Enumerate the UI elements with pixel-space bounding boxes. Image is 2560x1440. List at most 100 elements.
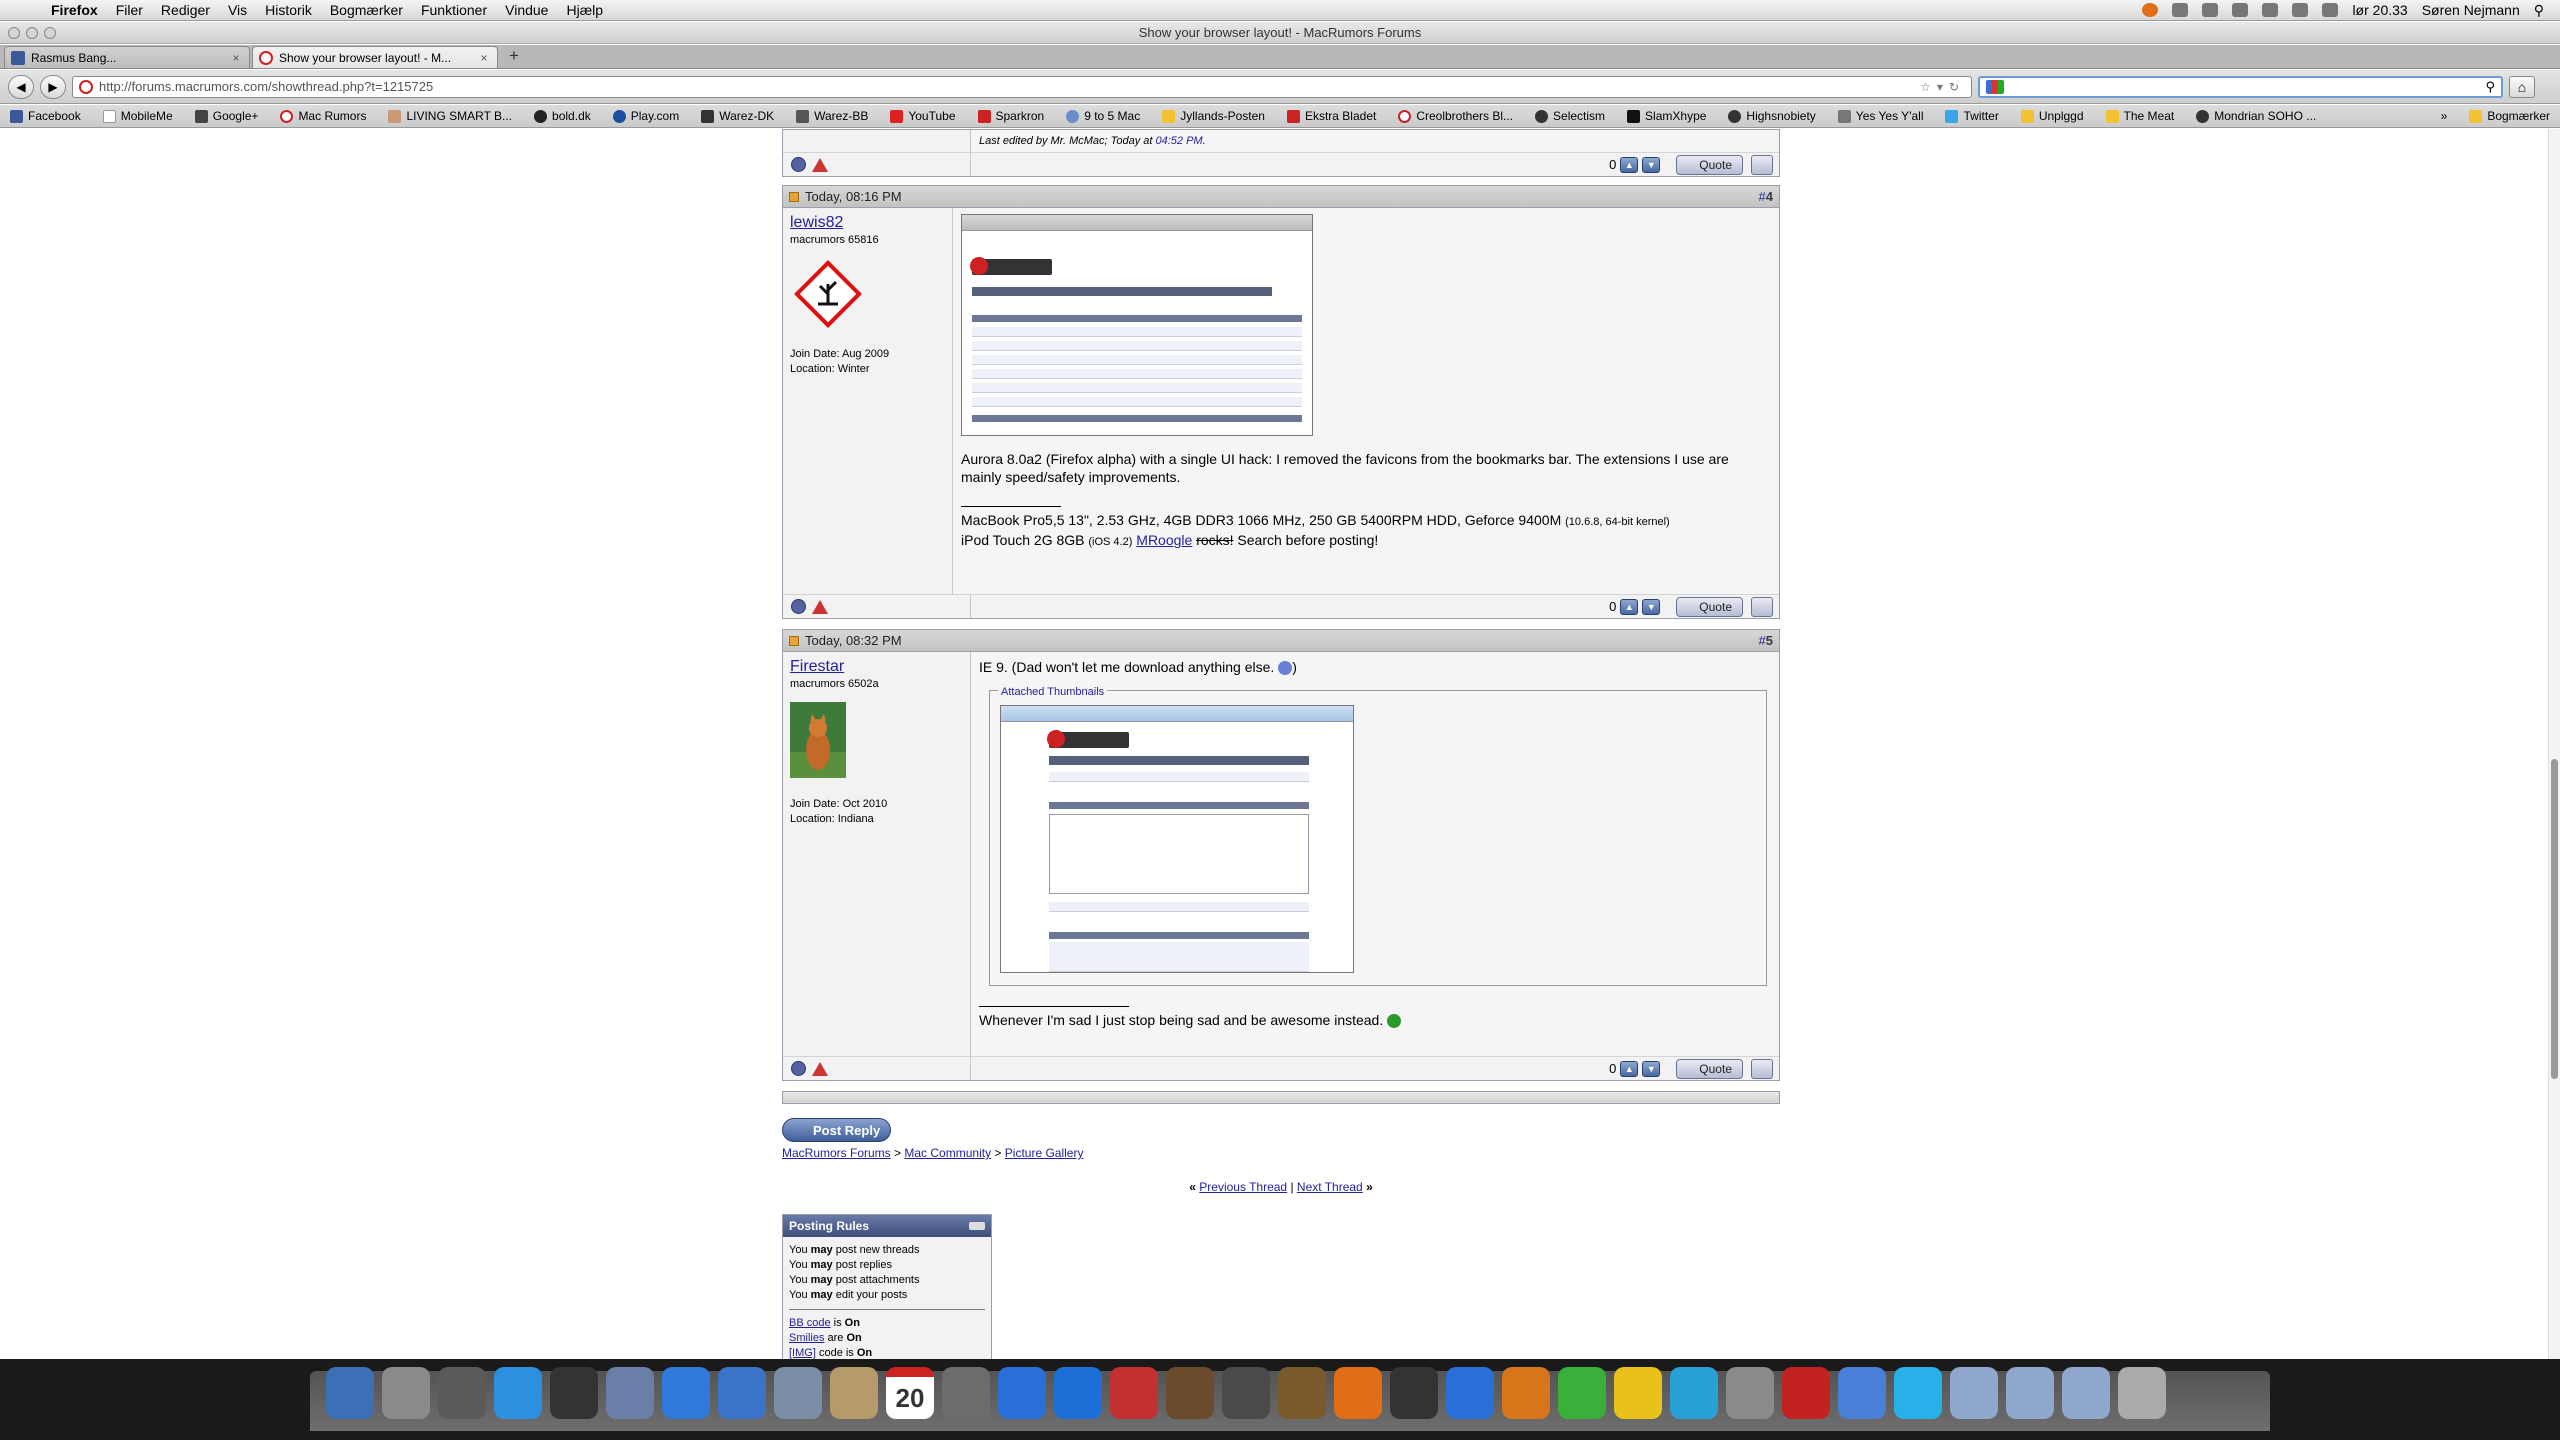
notification-icon[interactable]: [2142, 3, 2159, 17]
dock-app-icon[interactable]: [774, 1367, 822, 1419]
vote-up-button[interactable]: ▲: [1620, 156, 1639, 173]
bookmark-item[interactable]: MobileMe: [102, 109, 173, 123]
menu-firefox[interactable]: Firefox: [42, 2, 107, 18]
dock-app-icon[interactable]: [1054, 1367, 1102, 1419]
reload-icon[interactable]: ↻: [1949, 80, 1965, 94]
post-number[interactable]: #5: [1759, 633, 1773, 648]
dock-app-icon[interactable]: [942, 1367, 990, 1419]
mroogle-link[interactable]: MRoogle: [1136, 532, 1192, 548]
time-machine-icon[interactable]: [2172, 3, 2189, 17]
search-magnifier-icon[interactable]: ⚲: [2485, 79, 2495, 95]
menu-historik[interactable]: Historik: [256, 2, 321, 18]
dock-app-icon[interactable]: [438, 1367, 486, 1419]
close-window-button[interactable]: [8, 27, 20, 39]
calendar-dock-icon[interactable]: 20: [886, 1367, 934, 1419]
page-scrollbar[interactable]: [2548, 129, 2560, 1359]
bookmark-item[interactable]: Play.com: [612, 109, 679, 123]
bluetooth-icon[interactable]: [2232, 3, 2249, 17]
dock-app-icon[interactable]: [718, 1367, 766, 1419]
volume-icon[interactable]: [2292, 3, 2309, 17]
close-tab-icon[interactable]: ×: [477, 51, 491, 65]
previous-thread-link[interactable]: Previous Thread: [1199, 1180, 1287, 1194]
bookmark-item[interactable]: The Meat: [2105, 109, 2174, 123]
dock-app-icon[interactable]: [2006, 1367, 2054, 1419]
spotlight-icon[interactable]: ⚲: [2534, 2, 2544, 19]
search-bar[interactable]: ⚲: [1978, 75, 2503, 98]
bookmark-item[interactable]: SlamXhype: [1627, 109, 1706, 123]
cat-avatar-icon[interactable]: [790, 702, 846, 778]
quote-button[interactable]: Quote: [1676, 154, 1743, 175]
dock-app-icon[interactable]: [382, 1367, 430, 1419]
dock-app-icon[interactable]: [1222, 1367, 1270, 1419]
bookmark-item[interactable]: Highsnobiety: [1728, 109, 1816, 123]
dock-app-icon[interactable]: [1894, 1367, 1942, 1419]
vote-down-button[interactable]: ▼: [1642, 598, 1661, 615]
dock-app-icon[interactable]: [1782, 1367, 1830, 1419]
forward-button[interactable]: ▶: [40, 74, 66, 99]
wifi-icon[interactable]: [2262, 3, 2279, 17]
dock-app-icon[interactable]: [550, 1367, 598, 1419]
user-online-icon[interactable]: [791, 599, 806, 614]
collapse-icon[interactable]: [969, 1222, 985, 1230]
dock-app-icon[interactable]: [1278, 1367, 1326, 1419]
img-code-link[interactable]: [IMG]: [789, 1347, 816, 1359]
dock-app-icon[interactable]: [1166, 1367, 1214, 1419]
site-identity-icon[interactable]: [79, 79, 93, 94]
bb-code-link[interactable]: BB code: [789, 1317, 831, 1329]
dock-app-icon[interactable]: [830, 1367, 878, 1419]
breadcrumb-picture-gallery[interactable]: Picture Gallery: [1005, 1146, 1084, 1160]
dock-app-icon[interactable]: [1502, 1367, 1550, 1419]
dock-app-icon[interactable]: [1838, 1367, 1886, 1419]
breadcrumb-mac-community[interactable]: Mac Community: [904, 1146, 991, 1160]
user-online-icon[interactable]: [791, 157, 806, 172]
menu-funktioner[interactable]: Funktioner: [412, 2, 496, 18]
quote-button[interactable]: Quote: [1676, 1058, 1743, 1079]
report-post-icon[interactable]: [812, 599, 828, 614]
menu-filer[interactable]: Filer: [107, 2, 152, 18]
bookmark-item[interactable]: Creolbrothers Bl...: [1398, 109, 1513, 123]
dock-app-icon[interactable]: [2118, 1367, 2166, 1419]
dock-app-icon[interactable]: [1670, 1367, 1718, 1419]
bookmark-item[interactable]: YouTube: [890, 109, 956, 123]
menu-rediger[interactable]: Rediger: [152, 2, 219, 18]
vote-down-button[interactable]: ▼: [1642, 1060, 1661, 1077]
page-content[interactable]: Last edited by Mr. McMac; Today at 04:52…: [0, 129, 2548, 1359]
dock-app-icon[interactable]: [998, 1367, 1046, 1419]
bookmark-item[interactable]: Google+: [194, 109, 258, 123]
bookmark-item[interactable]: Mac Rumors: [280, 109, 366, 123]
vote-down-button[interactable]: ▼: [1642, 156, 1661, 173]
dock-app-icon[interactable]: [1726, 1367, 1774, 1419]
browser-screenshot-image[interactable]: [961, 214, 1313, 436]
dock-app-icon[interactable]: [606, 1367, 654, 1419]
username-link[interactable]: Firestar: [790, 658, 963, 676]
search-input[interactable]: [2010, 79, 2480, 94]
bookmark-item[interactable]: Ekstra Bladet: [1286, 109, 1376, 123]
dock-app-icon[interactable]: [326, 1367, 374, 1419]
close-tab-icon[interactable]: ×: [229, 51, 243, 65]
multiquote-button[interactable]: [1751, 154, 1773, 175]
home-button[interactable]: ⌂: [2509, 75, 2535, 98]
ie9-screenshot-thumbnail[interactable]: [1000, 705, 1354, 973]
sync-icon[interactable]: [2202, 3, 2219, 17]
next-thread-link[interactable]: Next Thread: [1297, 1180, 1363, 1194]
multiquote-button[interactable]: [1751, 1058, 1773, 1079]
back-button[interactable]: ◀: [8, 74, 34, 99]
bookmark-item[interactable]: LIVING SMART B...: [388, 109, 512, 123]
bookmarks-menu-button[interactable]: Bogmærker: [2469, 109, 2550, 123]
url-bar[interactable]: http://forums.macrumors.com/showthread.p…: [72, 75, 1972, 98]
bookmark-item[interactable]: Warez-BB: [796, 109, 868, 123]
url-text[interactable]: http://forums.macrumors.com/showthread.p…: [99, 79, 1914, 94]
bookmark-star-icon[interactable]: ☆: [1920, 80, 1937, 94]
tab-rasmus-bang[interactable]: Rasmus Bang... ×: [4, 46, 250, 68]
minimize-window-button[interactable]: [26, 27, 38, 39]
google-search-engine-icon[interactable]: [1986, 79, 2004, 94]
breadcrumb-macrumors-forums[interactable]: MacRumors Forums: [782, 1146, 891, 1160]
bookmark-item[interactable]: Mondrian SOHO ...: [2196, 109, 2316, 123]
dock-app-icon[interactable]: [1390, 1367, 1438, 1419]
hazard-avatar-icon[interactable]: [792, 258, 864, 330]
menu-vis[interactable]: Vis: [219, 2, 256, 18]
menubar-clock[interactable]: lør 20.33: [2352, 2, 2407, 18]
dock-app-icon[interactable]: [662, 1367, 710, 1419]
battery-icon[interactable]: [2322, 3, 2339, 17]
tab-show-your-browser-layout[interactable]: Show your browser layout! - M... ×: [252, 46, 498, 68]
